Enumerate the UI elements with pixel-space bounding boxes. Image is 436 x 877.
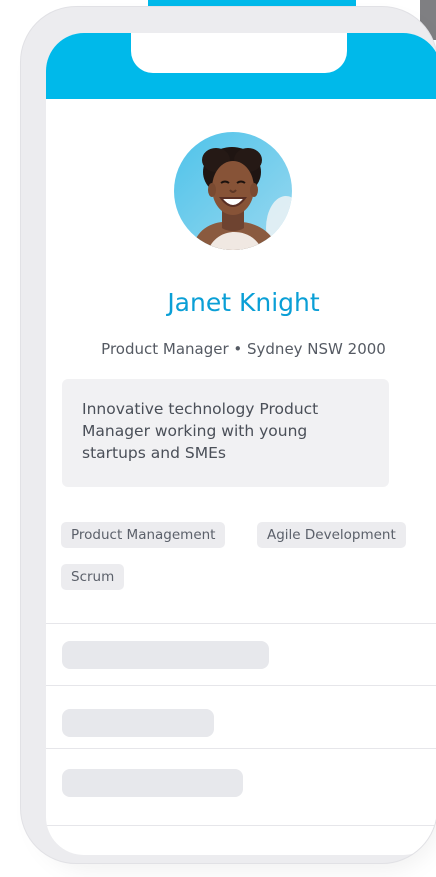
loading-placeholder-1 xyxy=(62,641,269,669)
phone-screen: Janet Knight Product Manager • Sydney NS… xyxy=(46,33,436,855)
phone-notch xyxy=(131,33,347,73)
tag-product-management[interactable]: Product Management xyxy=(61,522,226,548)
profile-bio: Innovative technology Product Manager wo… xyxy=(62,379,389,487)
loading-placeholder-2 xyxy=(62,709,214,737)
avatar-photo-icon xyxy=(174,132,292,250)
phone-frame: Janet Knight Product Manager • Sydney NS… xyxy=(20,6,436,864)
section-divider xyxy=(46,685,436,686)
section-divider xyxy=(46,623,436,624)
profile-subtitle: Product Manager • Sydney NSW 2000 xyxy=(101,340,386,358)
loading-placeholder-3 xyxy=(62,769,243,797)
section-divider xyxy=(46,825,436,826)
profile-name: Janet Knight xyxy=(167,288,320,317)
tag-agile-development[interactable]: Agile Development xyxy=(257,522,406,548)
section-divider xyxy=(46,748,436,749)
tag-scrum[interactable]: Scrum xyxy=(61,564,125,590)
avatar xyxy=(174,132,292,250)
